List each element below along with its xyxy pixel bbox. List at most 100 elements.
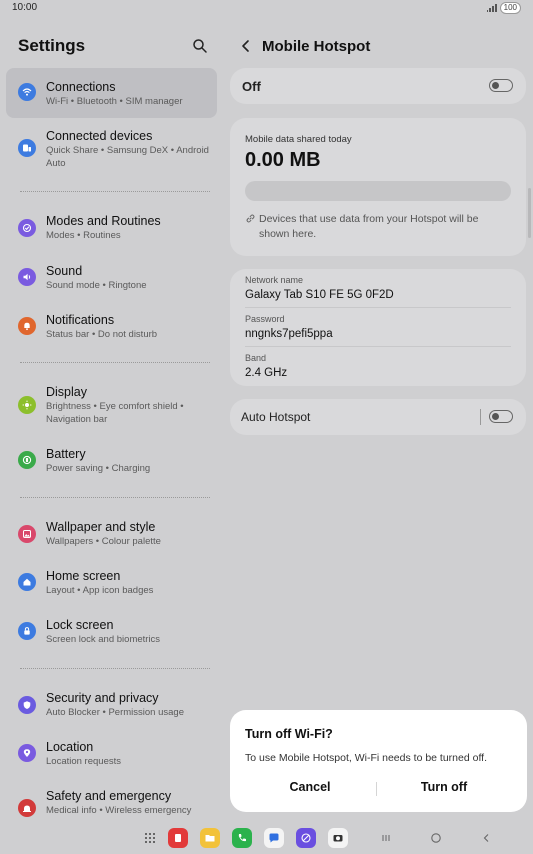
back-nav-icon[interactable]	[476, 828, 496, 848]
menu-item-notifications[interactable]: Notifications Status bar • Do not distur…	[6, 307, 217, 347]
menu-item-title: Location	[46, 740, 94, 754]
status-icons: 100	[486, 2, 521, 14]
menu-item-title: Sound	[46, 264, 83, 278]
data-shared-label: Mobile data shared today	[245, 134, 352, 145]
notes-app-icon[interactable]	[168, 828, 188, 848]
menu-item-subtitle: Power saving • Charging	[46, 463, 151, 474]
menu-divider	[20, 362, 210, 363]
menu-item-title: Notifications	[46, 313, 115, 327]
menu-item-subtitle: Location requests	[46, 756, 121, 767]
internet-app-icon[interactable]	[296, 828, 316, 848]
password-value[interactable]: nngnks7pefi5ppa	[245, 328, 333, 340]
menu-item-home-screen[interactable]: Home screen Layout • App icon badges	[6, 563, 217, 603]
menu-item-subtitle: Brightness • Eye comfort shield • Naviga…	[46, 401, 184, 425]
info-divider	[245, 307, 511, 308]
menu-item-subtitle: Sound mode • Ringtone	[46, 280, 147, 291]
menu-item-subtitle: Layout • App icon badges	[46, 585, 154, 596]
password-label: Password	[245, 314, 285, 324]
menu-item-title: Home screen	[46, 569, 121, 583]
devices-icon	[18, 139, 36, 157]
menu-item-security-privacy[interactable]: Security and privacy Auto Blocker • Perm…	[6, 685, 217, 725]
turn-off-button[interactable]: Turn off	[384, 780, 504, 794]
battery-icon	[18, 451, 36, 469]
menu-item-lock-screen[interactable]: Lock screen Screen lock and biometrics	[6, 612, 217, 652]
signal-icon	[486, 4, 497, 12]
menu-item-title: Connected devices	[46, 129, 153, 143]
menu-item-sound[interactable]: Sound Sound mode • Ringtone	[6, 258, 217, 298]
sun-icon	[18, 396, 36, 414]
menu-divider	[20, 668, 210, 669]
menu-item-subtitle: Medical info • Wireless emergency	[46, 805, 192, 816]
network-info-card: Network name Galaxy Tab S10 FE 5G 0F2D P…	[230, 269, 526, 386]
menu-item-subtitle: Screen lock and biometrics	[46, 634, 161, 645]
menu-item-subtitle: Status bar • Do not disturb	[46, 329, 158, 340]
messages-app-icon[interactable]	[264, 828, 284, 848]
hotspot-toggle[interactable]	[489, 79, 513, 92]
modes-icon	[18, 219, 36, 237]
back-arrow-icon[interactable]	[238, 38, 254, 54]
menu-item-subtitle: Wallpapers • Colour palette	[46, 536, 161, 547]
lock-icon	[18, 622, 36, 640]
status-bar: 10:00 100	[0, 0, 533, 16]
home-icon	[18, 573, 36, 591]
phone-app-icon[interactable]	[232, 828, 252, 848]
dialog-message: To use Mobile Hotspot, Wi-Fi needs to be…	[245, 752, 488, 764]
data-usage-card: Mobile data shared today 0.00 MB Devices…	[230, 118, 526, 256]
dialog-button-separator	[376, 782, 377, 796]
auto-hotspot-row[interactable]: Auto Hotspot	[230, 399, 526, 435]
menu-item-title: Connections	[46, 80, 116, 94]
network-name-label: Network name	[245, 275, 304, 285]
shield-icon	[18, 696, 36, 714]
menu-item-title: Security and privacy	[46, 691, 159, 705]
files-app-icon[interactable]	[200, 828, 220, 848]
camera-app-icon[interactable]	[328, 828, 348, 848]
band-value[interactable]: 2.4 GHz	[245, 367, 287, 379]
menu-item-safety-emergency[interactable]: Safety and emergency Medical info • Wire…	[6, 783, 217, 823]
network-name-value[interactable]: Galaxy Tab S10 FE 5G 0F2D	[245, 289, 394, 301]
menu-divider	[20, 497, 210, 498]
bell-icon	[18, 317, 36, 335]
menu-item-battery[interactable]: Battery Power saving • Charging	[6, 441, 217, 481]
menu-item-subtitle: Wi-Fi • Bluetooth • SIM manager	[46, 96, 183, 107]
menu-item-location[interactable]: Location Location requests	[6, 734, 217, 774]
sound-icon	[18, 268, 36, 286]
emergency-icon	[18, 799, 36, 817]
location-icon	[18, 744, 36, 762]
info-divider	[245, 346, 511, 347]
taskbar	[0, 824, 533, 854]
cancel-button[interactable]: Cancel	[250, 780, 370, 794]
menu-item-display[interactable]: Display Brightness • Eye comfort shield …	[6, 379, 217, 429]
turn-off-wifi-dialog: Turn off Wi-Fi? To use Mobile Hotspot, W…	[230, 710, 527, 812]
battery-indicator: 100	[499, 2, 521, 14]
menu-item-title: Wallpaper and style	[46, 520, 156, 534]
recent-apps-icon[interactable]	[376, 828, 396, 848]
menu-item-title: Display	[46, 385, 87, 399]
status-time: 10:00	[12, 2, 38, 13]
wallpaper-icon	[18, 525, 36, 543]
auto-hotspot-label: Auto Hotspot	[241, 410, 311, 424]
menu-item-connections[interactable]: Connections Wi-Fi • Bluetooth • SIM mana…	[6, 68, 217, 118]
dialog-title: Turn off Wi-Fi?	[245, 727, 333, 741]
menu-item-title: Safety and emergency	[46, 789, 172, 803]
settings-title: Settings	[18, 36, 86, 55]
toggle-separator	[480, 409, 481, 425]
data-usage-bar	[245, 181, 511, 201]
wifi-icon	[18, 83, 36, 101]
menu-item-modes-routines[interactable]: Modes and Routines Modes • Routines	[6, 208, 217, 248]
menu-item-title: Lock screen	[46, 618, 114, 632]
menu-divider	[20, 191, 210, 192]
search-icon[interactable]	[192, 38, 208, 54]
scrollbar[interactable]	[528, 188, 531, 238]
auto-hotspot-toggle[interactable]	[489, 410, 513, 423]
link-icon	[246, 214, 255, 223]
apps-grid-icon[interactable]	[140, 828, 160, 848]
menu-item-wallpaper[interactable]: Wallpaper and style Wallpapers • Colour …	[6, 514, 217, 554]
menu-item-connected-devices[interactable]: Connected devices Quick Share • Samsung …	[6, 124, 217, 174]
menu-item-title: Modes and Routines	[46, 214, 161, 228]
hotspot-state-label: Off	[242, 79, 261, 94]
hotspot-master-switch-row[interactable]: Off	[230, 68, 526, 104]
page-title: Mobile Hotspot	[262, 38, 371, 55]
menu-item-subtitle: Auto Blocker • Permission usage	[46, 707, 184, 718]
home-nav-icon[interactable]	[426, 828, 446, 848]
connected-devices-note: Devices that use data from your Hotspot …	[259, 213, 479, 240]
